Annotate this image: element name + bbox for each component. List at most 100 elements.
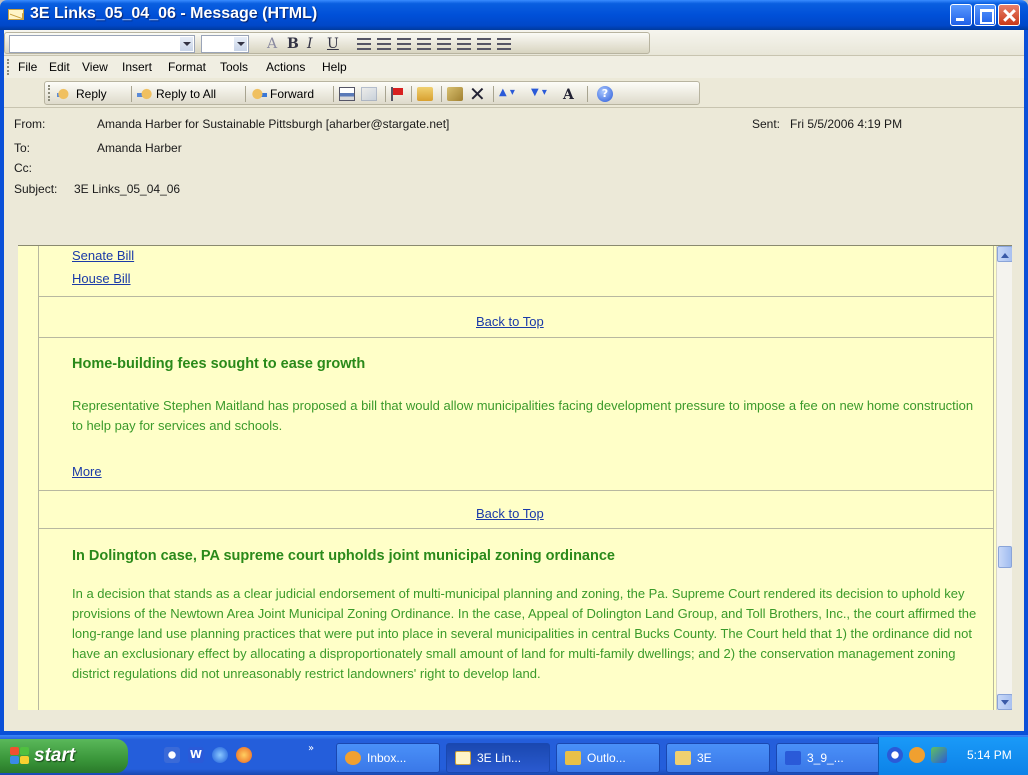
divider [38, 337, 994, 338]
italic-icon[interactable]: I [307, 36, 313, 52]
toolbar-separator [411, 86, 412, 102]
previous-item-icon[interactable]: ▲ ▾ [499, 87, 515, 101]
message-header: From: Amanda Harber for Sustainable Pitt… [4, 109, 1024, 245]
outlook-icon [345, 751, 361, 765]
task-label: 3E [697, 751, 712, 765]
toolbar-separator [493, 86, 494, 102]
taskbar-button-inbox[interactable]: Inbox... [336, 743, 440, 773]
move-to-folder-icon[interactable] [417, 87, 433, 101]
toolbar-separator [333, 86, 334, 102]
tray-outlook-icon[interactable] [909, 747, 925, 763]
decrease-indent-icon[interactable] [457, 38, 471, 50]
align-center-icon[interactable] [377, 38, 391, 50]
divider [38, 490, 994, 491]
from-value[interactable]: Amanda Harber for Sustainable Pittsburgh… [97, 117, 449, 131]
menu-view[interactable]: View [82, 60, 108, 74]
menu-format[interactable]: Format [168, 60, 206, 74]
reply-all-button[interactable]: Reply to All [137, 86, 216, 102]
scroll-down-arrow-icon[interactable] [997, 694, 1012, 710]
toolbar-separator [385, 86, 386, 102]
toolbar-separator [441, 86, 442, 102]
menu-tools[interactable]: Tools [220, 60, 248, 74]
outlook-express-icon [565, 751, 581, 765]
scroll-up-arrow-icon[interactable] [997, 246, 1012, 262]
toolbar-separator [245, 86, 246, 102]
font-size-icon[interactable]: A [563, 87, 579, 103]
horizontal-line-icon[interactable] [497, 38, 511, 50]
increase-indent-icon[interactable] [477, 38, 491, 50]
sent-label: Sent: [752, 117, 781, 131]
bold-icon[interactable]: B [287, 36, 299, 52]
divider [38, 296, 994, 297]
maximize-button[interactable] [974, 4, 996, 26]
start-button[interactable]: start [0, 739, 128, 773]
windows-logo-icon [10, 747, 30, 765]
divider [38, 528, 994, 529]
scroll-thumb[interactable] [998, 546, 1012, 568]
word-icon[interactable]: W [188, 747, 204, 763]
back-to-top-link[interactable]: Back to Top [476, 506, 544, 521]
close-button[interactable] [998, 4, 1020, 26]
more-link[interactable]: More [72, 464, 102, 479]
bullets-icon[interactable] [437, 38, 451, 50]
to-label: To: [14, 141, 31, 155]
reply-all-icon [137, 87, 153, 101]
to-value[interactable]: Amanda Harber [97, 141, 182, 155]
chevron-down-icon[interactable] [180, 37, 193, 51]
article-headline: In Dolington case, PA supreme court upho… [72, 548, 615, 564]
menu-insert[interactable]: Insert [122, 60, 152, 74]
font-size-select[interactable] [201, 35, 249, 53]
chevron-down-icon[interactable] [234, 37, 247, 51]
firefox-icon[interactable] [236, 747, 252, 763]
menu-grip[interactable] [7, 59, 10, 75]
print-icon[interactable] [339, 87, 355, 101]
toolbar-grip[interactable] [48, 85, 51, 101]
delete-icon[interactable]: ✕ [469, 84, 486, 104]
folder-icon [675, 751, 691, 765]
senate-bill-link[interactable]: Senate Bill [72, 248, 134, 263]
envelope-icon [8, 9, 24, 20]
taskbar-button-outlook-express[interactable]: Outlo... [556, 743, 660, 773]
forward-button[interactable]: Forward [251, 86, 314, 102]
taskbar-button-word-doc[interactable]: 3_9_... [776, 743, 880, 773]
follow-up-flag-icon[interactable] [391, 87, 407, 101]
article-summary: Representative Stephen Maitland has prop… [72, 398, 974, 433]
menu-edit[interactable]: Edit [49, 60, 70, 74]
house-bill-link[interactable]: House Bill [72, 271, 131, 286]
font-color-icon[interactable]: A [267, 36, 277, 52]
underline-icon[interactable]: U [327, 36, 339, 52]
menu-bar: File Edit View Insert Format Tools Actio… [4, 56, 1024, 78]
menu-actions[interactable]: Actions [266, 60, 305, 74]
standard-strip: Reply Reply to All Forward ✕ ▲ ▾ ▼ ▾ A ? [44, 81, 700, 105]
clock[interactable]: 5:14 PM [967, 748, 1012, 762]
align-left-icon[interactable] [357, 38, 371, 50]
toolbar-separator [131, 86, 132, 102]
forward-label: Forward [270, 87, 315, 101]
taskbar-button-folder[interactable]: 3E [666, 743, 770, 773]
categorize-icon[interactable] [447, 87, 463, 101]
task-label: Inbox... [367, 751, 407, 765]
title-bar[interactable]: 3E Links_05_04_06 - Message (HTML) [0, 0, 1028, 30]
font-name-select[interactable] [9, 35, 195, 53]
internet-explorer-icon[interactable] [164, 747, 180, 763]
minimize-button[interactable] [950, 4, 972, 26]
task-label: Outlo... [587, 751, 626, 765]
menu-file[interactable]: File [18, 60, 37, 74]
numbering-icon[interactable] [417, 38, 431, 50]
window-frame: A B I U File Edit View Insert Format Too… [0, 30, 1028, 735]
message-body[interactable]: Senate Bill House Bill Back to Top Home-… [18, 245, 1012, 710]
taskbar-button-message[interactable]: 3E Lin... [446, 743, 550, 773]
reply-button[interactable]: Reply [57, 86, 107, 102]
browser-icon[interactable] [212, 747, 228, 763]
back-to-top-link[interactable]: Back to Top [476, 314, 544, 329]
next-item-icon[interactable]: ▼ ▾ [531, 87, 547, 101]
align-right-icon[interactable] [397, 38, 411, 50]
mail-icon [455, 751, 471, 765]
copy-icon[interactable] [361, 87, 377, 101]
help-icon[interactable]: ? [597, 86, 613, 102]
chevron-right-icon[interactable]: » [308, 743, 314, 754]
vertical-scrollbar[interactable] [996, 246, 1012, 710]
menu-help[interactable]: Help [322, 60, 347, 74]
tray-chevron-icon[interactable] [887, 747, 903, 763]
tray-network-icon[interactable] [931, 747, 947, 763]
